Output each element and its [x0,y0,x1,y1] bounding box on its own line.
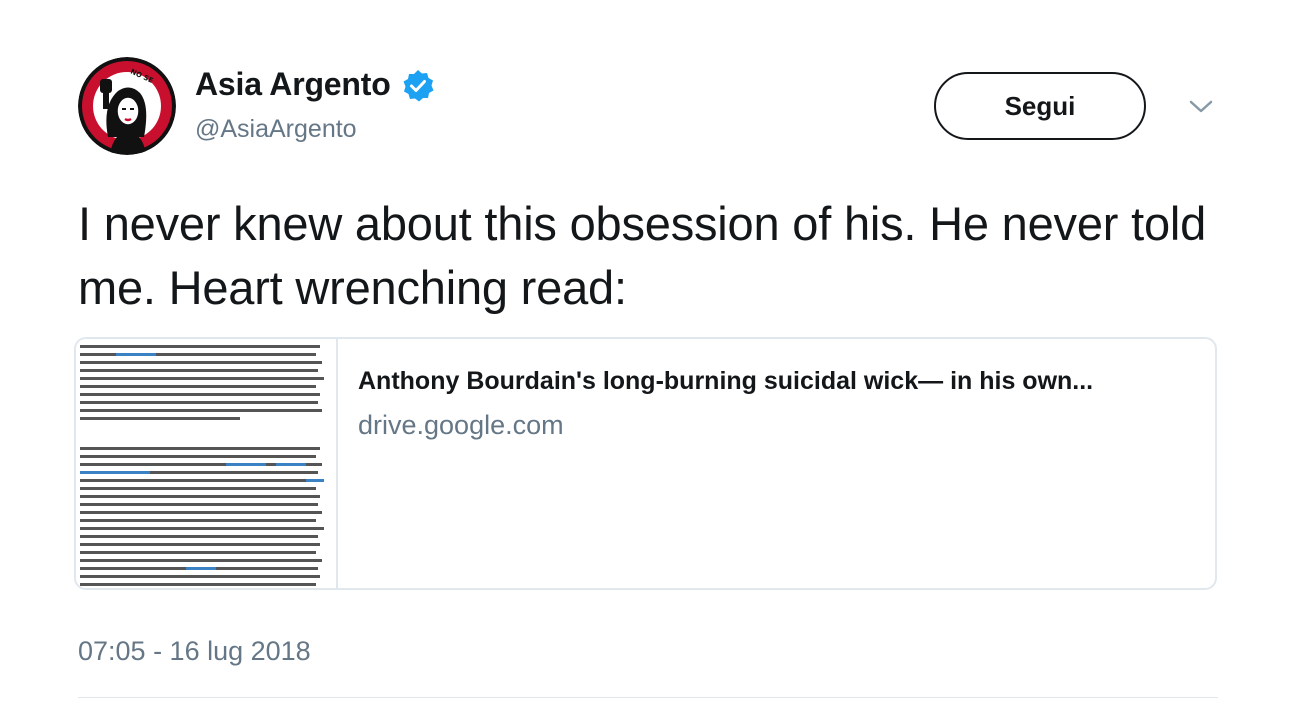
tweet: NO SE Asia Argento @AsiaArgento Segui I … [0,0,1300,706]
avatar[interactable]: NO SE [78,57,176,155]
card-domain: drive.google.com [358,410,564,440]
card-thumbnail [76,339,338,588]
link-card[interactable]: Anthony Bourdain's long-burning suicidal… [74,337,1217,590]
card-body[interactable]: Anthony Bourdain's long-burning suicidal… [338,339,1093,588]
chevron-down-icon[interactable] [1188,98,1214,116]
verified-badge-icon [403,69,434,101]
follow-button[interactable]: Segui [934,72,1146,140]
document-thumbnail [80,345,324,586]
divider [78,697,1218,698]
card-title[interactable]: Anthony Bourdain's long-burning suicidal… [358,367,1093,396]
author-name-row[interactable]: Asia Argento [195,66,435,103]
avatar-image: NO SE [78,57,176,155]
author-display-name[interactable]: Asia Argento [195,66,391,103]
tweet-text: I never knew about this obsession of his… [78,197,1207,314]
tweet-timestamp[interactable]: 07:05 - 16 lug 2018 [78,636,311,667]
author-handle[interactable]: @AsiaArgento [195,115,357,144]
